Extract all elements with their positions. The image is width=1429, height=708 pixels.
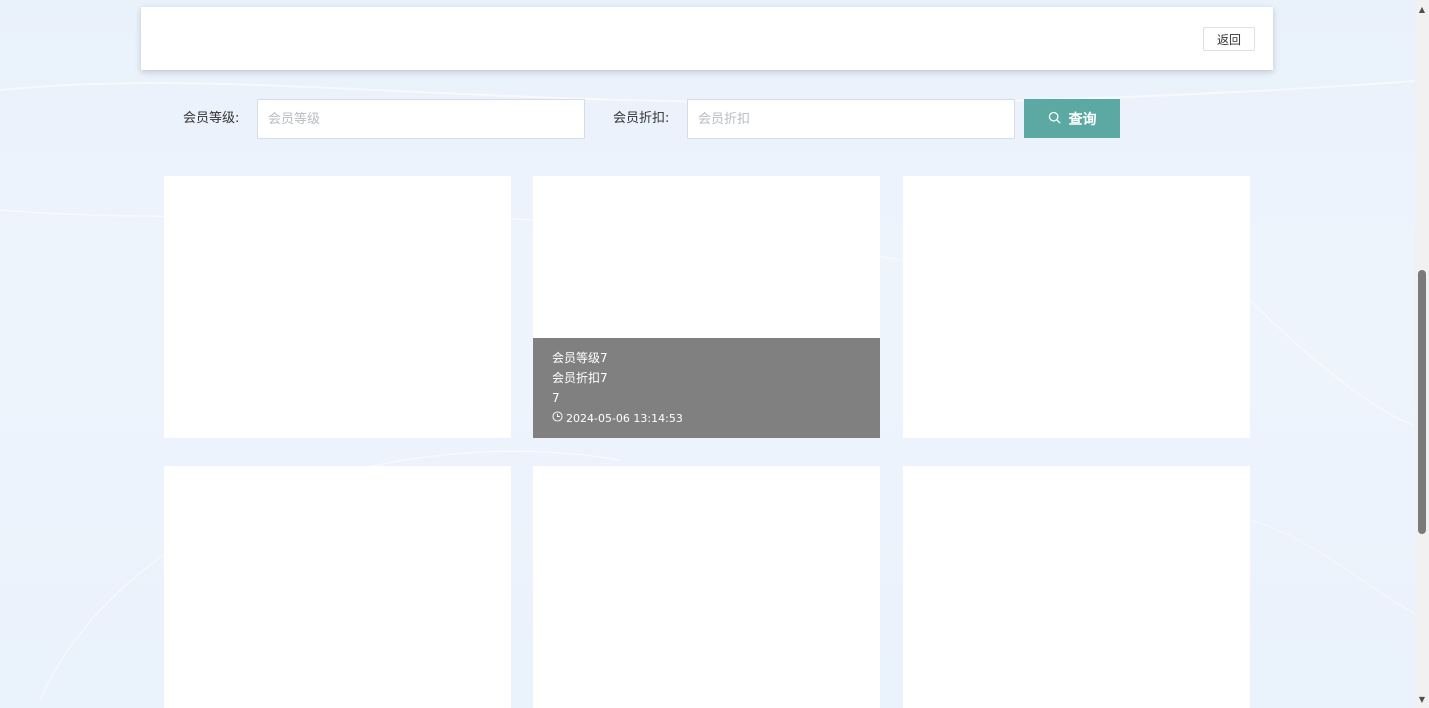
card-value: 7 xyxy=(552,391,560,405)
scroll-thumb[interactable] xyxy=(1418,270,1426,534)
grid-card[interactable] xyxy=(164,176,511,438)
level-label: 会员等级: xyxy=(183,111,240,126)
scroll-up-icon[interactable]: ▲ xyxy=(1415,2,1429,16)
search-icon xyxy=(1048,111,1061,127)
card-info-overlay: 会员等级7 会员折扣7 7 2024-05-06 13:14:53 xyxy=(533,338,880,438)
back-button[interactable]: 返回 xyxy=(1203,27,1255,51)
card-discount: 会员折扣7 xyxy=(552,371,608,385)
card-level: 会员等级7 xyxy=(552,351,608,365)
query-button-label: 查询 xyxy=(1068,110,1097,127)
card-timestamp: 2024-05-06 13:14:53 xyxy=(552,408,861,430)
search-bar: 会员等级: 会员折扣: 查询 xyxy=(0,99,1400,139)
query-button[interactable]: 查询 xyxy=(1024,99,1120,138)
level-input[interactable] xyxy=(257,99,585,139)
grid-card[interactable] xyxy=(903,466,1250,708)
scroll-down-icon[interactable]: ▼ xyxy=(1415,692,1429,706)
discount-input[interactable] xyxy=(687,99,1015,139)
discount-label: 会员折扣: xyxy=(613,111,670,126)
grid-card[interactable] xyxy=(164,466,511,708)
grid-card[interactable] xyxy=(533,466,880,708)
card-time: 2024-05-06 13:14:53 xyxy=(566,412,683,425)
vertical-scrollbar[interactable]: ▲ ▼ xyxy=(1415,0,1429,708)
grid-card[interactable]: 会员等级7 会员折扣7 7 2024-05-06 13:14:53 xyxy=(533,176,880,438)
header-card: 返回 xyxy=(141,7,1273,70)
clock-icon xyxy=(552,408,563,430)
grid-card[interactable] xyxy=(903,176,1250,438)
